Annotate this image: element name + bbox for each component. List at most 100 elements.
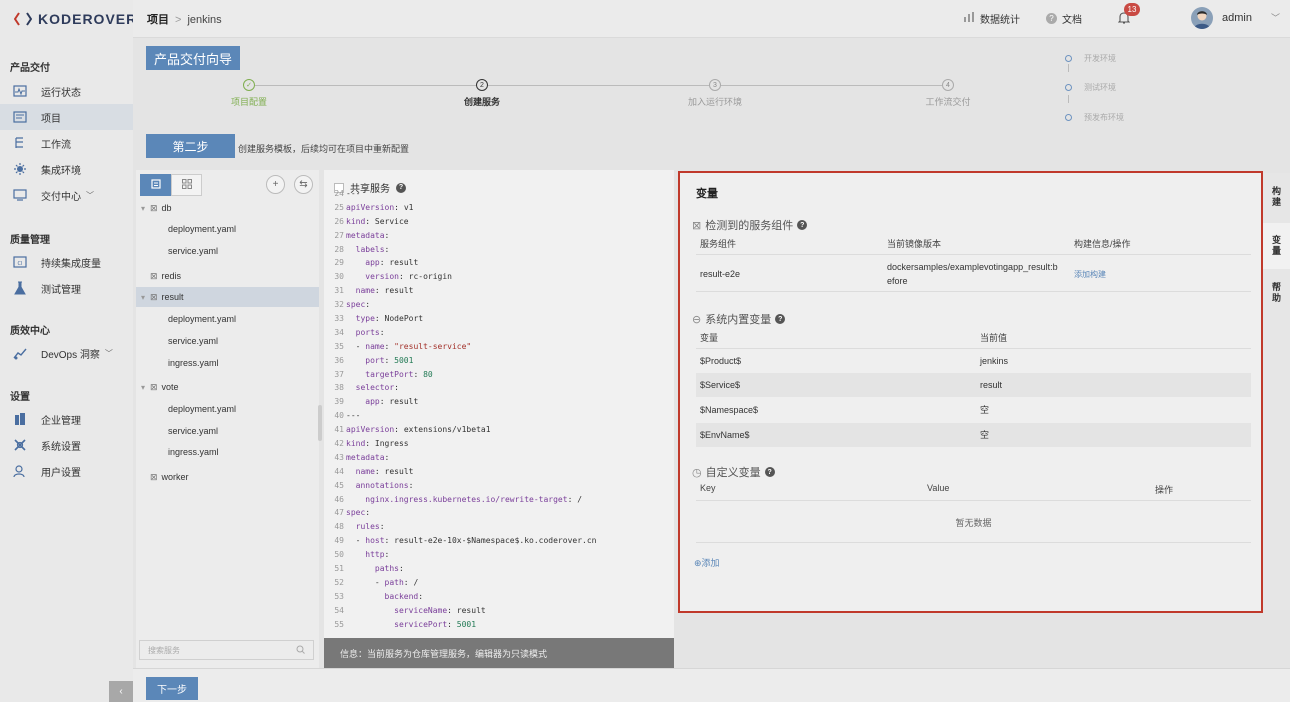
code-line: 55 servicePort: 5001 <box>324 618 674 632</box>
tree-node-file[interactable]: deployment.yaml <box>136 219 319 239</box>
add-service-button[interactable]: + <box>266 175 285 194</box>
yaml-editor[interactable]: 共享服务 ? 24 --- 25 apiVersion: v1 26 kind: Serv… <box>324 170 674 638</box>
tree-node-worker[interactable]: ⊠ worker <box>136 467 319 487</box>
sidebar-item-label: DevOps 洞察 <box>41 349 100 361</box>
panel-resize-handle[interactable] <box>318 405 322 441</box>
tree-node-label: service.yaml <box>168 336 219 346</box>
line-text: - path: / <box>346 577 419 587</box>
tree-node-file[interactable]: service.yaml <box>136 241 319 261</box>
column-header: 构建信息/操作 <box>1074 239 1131 249</box>
next-step-button[interactable]: 下一步 <box>146 677 198 700</box>
user-icon <box>13 464 27 478</box>
image-version: dockersamples/examplevotingapp_result:be… <box>887 262 1058 286</box>
line-number: 48 <box>334 522 344 532</box>
breadcrumb-root[interactable]: 项目 <box>147 14 169 26</box>
help-icon: ? <box>764 467 775 477</box>
sidebar-item-enterprise[interactable]: 企业管理 <box>0 406 133 432</box>
sidebar-item-environment[interactable]: 集成环境 <box>0 156 133 182</box>
chevron-down-icon: ﹀ <box>104 348 113 358</box>
step-2-dot: 2 <box>476 79 488 91</box>
line-text: apiVersion: extensions/v1beta1 <box>346 425 491 435</box>
step-connector <box>255 85 477 86</box>
tab-help[interactable]: 帮助 <box>1263 273 1290 313</box>
tree-node-db[interactable]: ▾ ⊠ db <box>136 198 319 218</box>
detected-components-title: 检测到的服务组件 <box>705 220 794 232</box>
tree-node-label: db <box>161 203 172 213</box>
divider <box>696 542 1251 543</box>
tree-node-file[interactable]: deployment.yaml <box>136 399 319 419</box>
clock-icon: ◷ <box>692 466 702 479</box>
sidebar-item-workflow[interactable]: 工作流 <box>0 130 133 156</box>
line-text: kind: Service <box>346 216 409 226</box>
code-lines: 24 --- 25 apiVersion: v1 26 kind: Service 27 me… <box>324 187 674 632</box>
branch-icon: ⇆ <box>299 179 308 190</box>
line-number: 43 <box>334 452 344 462</box>
tree-node-label: vote <box>161 382 179 392</box>
sidebar-item-project[interactable]: 项目 <box>0 104 133 130</box>
tab-build[interactable]: 构建 <box>1263 177 1290 217</box>
tree-node-redis[interactable]: ⊠ redis <box>136 266 319 286</box>
sidebar-item-run-status[interactable]: 运行状态 <box>0 78 133 104</box>
sidebar-item-label: 集成环境 <box>41 165 81 177</box>
sidebar-item-test-management[interactable]: 测试管理 <box>0 275 133 301</box>
chevron-down-icon: ﹀ <box>86 190 94 200</box>
tree-node-file[interactable]: deployment.yaml <box>136 309 319 329</box>
empty-state-text: 暂无数据 <box>955 518 992 528</box>
tab-variables[interactable]: 变量 <box>1263 223 1290 269</box>
line-number: 25 <box>334 202 344 212</box>
tab-grid-view[interactable] <box>171 174 202 196</box>
code-line: 41 apiVersion: extensions/v1beta1 <box>324 423 674 437</box>
sidebar-collapse-button[interactable]: ‹ <box>109 681 133 702</box>
tree-node-file[interactable]: ingress.yaml <box>136 442 319 462</box>
tree-node-vote[interactable]: ▾ ⊠ vote <box>136 377 319 397</box>
code-line: 25 apiVersion: v1 <box>324 201 674 215</box>
step-4-label: 工作流交付 <box>925 97 971 107</box>
tree-node-file[interactable]: service.yaml <box>136 331 319 351</box>
wizard-title: 产品交付向导 <box>146 46 241 70</box>
data-stats-label: 数据统计 <box>980 15 1020 26</box>
sidebar-item-ci-metrics[interactable]: CI 持续集成度量 <box>0 249 133 275</box>
code-line: 26 kind: Service <box>324 215 674 229</box>
caret-down-icon: ▾ <box>140 203 145 213</box>
tree-node-label: deployment.yaml <box>168 404 237 414</box>
sync-service-button[interactable]: ⇆ <box>294 175 313 194</box>
step-4-dot: 4 <box>942 79 954 91</box>
tree-node-file[interactable]: ingress.yaml <box>136 353 319 373</box>
sidebar-item-label: 用户设置 <box>41 467 81 479</box>
tree-node-file[interactable]: service.yaml <box>136 421 319 441</box>
code-line: 28 labels: <box>324 243 674 257</box>
sidebar-item-user-settings[interactable]: 用户设置 <box>0 458 133 484</box>
add-variable-button[interactable]: ⊕添加 <box>694 556 720 570</box>
line-text: --- <box>346 411 361 421</box>
sidebar-item-system-settings[interactable]: 系统设置 <box>0 432 133 458</box>
line-text: http: <box>365 550 390 560</box>
breadcrumb: 项目 > jenkins <box>147 11 222 27</box>
data-stats-link[interactable]: 数据统计 <box>963 11 1020 26</box>
code-line: 53 backend: <box>324 590 674 604</box>
tree-node-result[interactable]: ▾ ⊠ result <box>136 287 319 307</box>
env-dot-icon <box>1065 114 1072 121</box>
variable-name: $EnvName$ <box>700 430 750 440</box>
variable-value: 空 <box>980 405 990 415</box>
line-number: 32 <box>334 300 344 310</box>
avatar[interactable] <box>1191 7 1213 29</box>
table-row <box>696 423 1251 447</box>
bar-chart-icon <box>963 12 975 25</box>
tree-node-label: result <box>161 292 184 302</box>
sidebar-item-delivery-center[interactable]: 交付中心 ﹀ <box>0 182 133 208</box>
footer-bar <box>133 668 1290 702</box>
line-text: version: rc-origin <box>365 272 452 282</box>
line-text: name: result <box>355 286 414 296</box>
logo[interactable]: KODEROVER <box>14 11 137 27</box>
env-label: 预发布环境 <box>1084 113 1124 122</box>
line-number: 29 <box>334 258 344 268</box>
tab-list-view[interactable] <box>140 174 171 196</box>
search-input[interactable]: 搜索服务 <box>139 640 314 660</box>
sidebar-item-devops-insight[interactable]: DevOps 洞察 ﹀ <box>0 340 133 366</box>
line-text: spec: <box>346 508 371 518</box>
step-3-dot: 3 <box>709 79 721 91</box>
docs-link[interactable]: ? 文档 <box>1046 11 1082 26</box>
user-menu[interactable]: admin ﹀ <box>1222 11 1280 24</box>
add-build-link[interactable]: 添加构建 <box>1074 268 1106 282</box>
env-connector <box>1068 95 1069 103</box>
